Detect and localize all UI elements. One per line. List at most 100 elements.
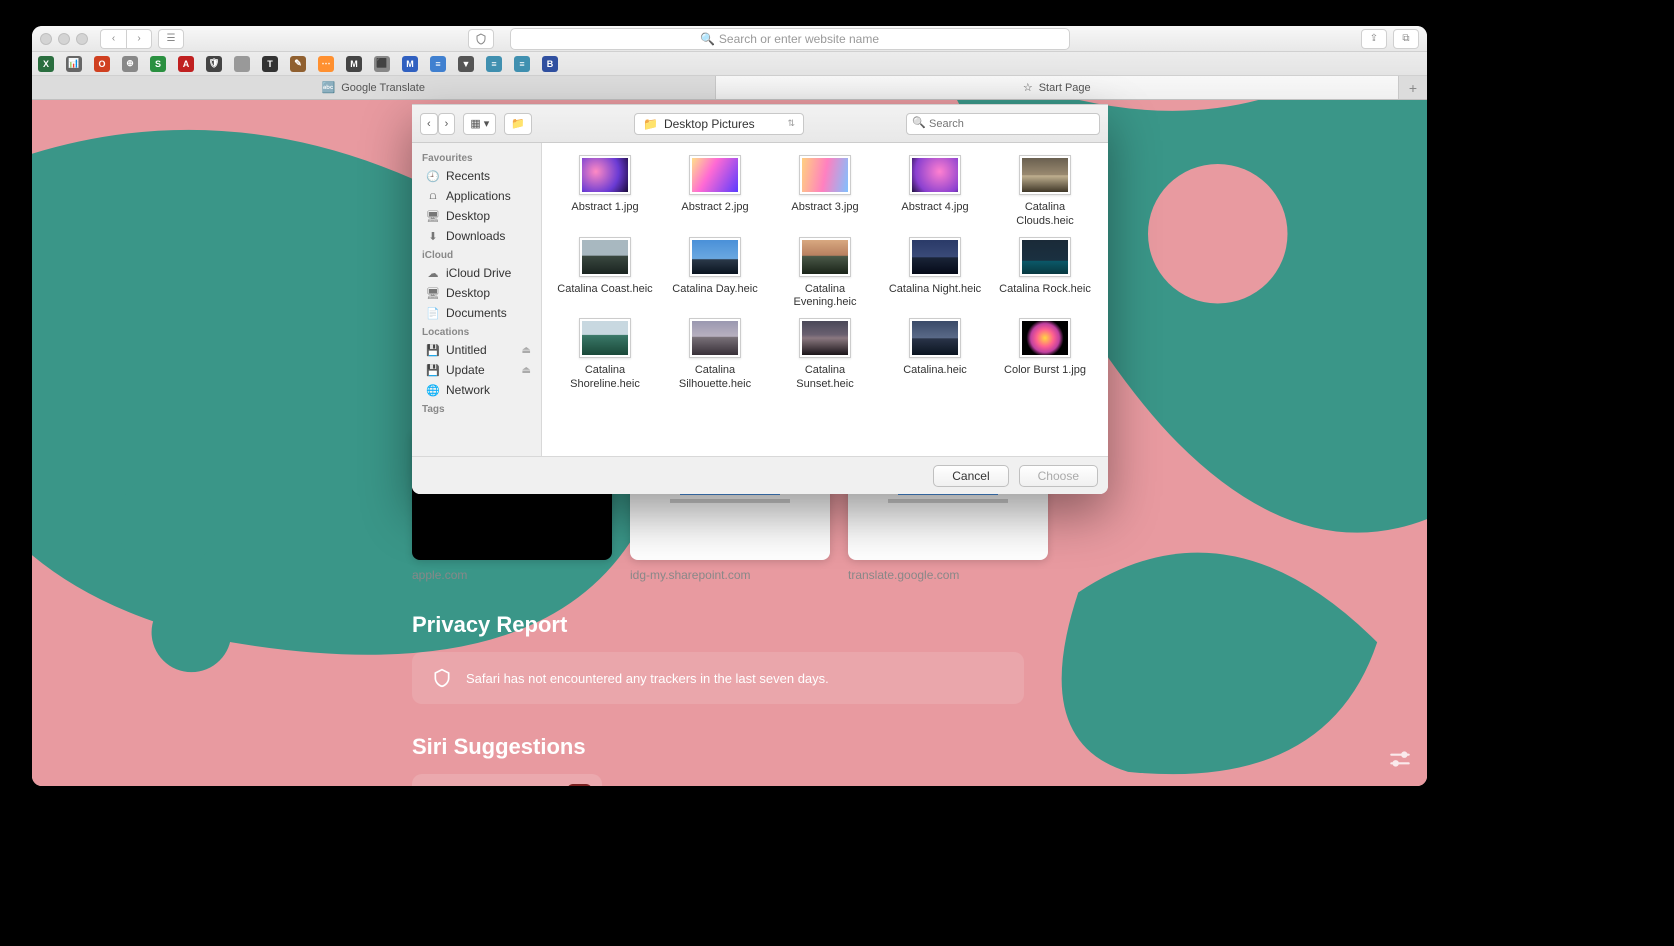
file-item[interactable]: Catalina.heic <box>882 318 988 392</box>
file-item[interactable]: Catalina Coast.heic <box>552 237 658 311</box>
sidebar-item[interactable]: 📄Documents <box>412 303 541 323</box>
favorite-icon[interactable]: ▼ <box>458 56 474 72</box>
file-item[interactable]: Abstract 4.jpg <box>882 155 988 229</box>
tab-google-translate[interactable]: 🔤 Google Translate <box>32 76 716 99</box>
minimize-icon[interactable] <box>58 33 70 45</box>
sidebar-item[interactable]: 💾 Update ⏏ <box>412 360 541 380</box>
file-item[interactable]: Catalina Shoreline.heic <box>552 318 658 392</box>
file-name: Catalina Coast.heic <box>557 283 652 297</box>
file-item[interactable]: Color Burst 1.jpg <box>992 318 1098 392</box>
sidebar-item-icon: ⬇ <box>426 230 440 243</box>
view-mode-button[interactable]: ▦ ▾ <box>463 113 496 135</box>
siri-suggestion-card[interactable]: Apple Acquired Canadian Machine Le... <box>412 774 602 786</box>
favorite-icon[interactable]: 📊 <box>66 56 82 72</box>
choose-button[interactable]: Choose <box>1019 465 1098 487</box>
share-button[interactable]: ⇪ <box>1361 29 1387 49</box>
favorite-icon[interactable]: X <box>38 56 54 72</box>
favorite-icon[interactable]: ≡ <box>486 56 502 72</box>
folder-selector[interactable]: 📁 Desktop Pictures ⇅ <box>634 113 804 135</box>
eject-icon[interactable]: ⏏ <box>522 365 531 376</box>
file-item[interactable]: Catalina Night.heic <box>882 237 988 311</box>
sidebar-header: iCloud <box>412 246 541 263</box>
sidebar-item[interactable]: 💾Untitled⏏ <box>412 340 541 360</box>
sidebar-item-icon: ☁ <box>426 267 440 280</box>
back-button[interactable]: ‹ <box>100 29 126 49</box>
favorite-icon[interactable]: T <box>262 56 278 72</box>
file-item[interactable]: Catalina Silhouette.heic <box>662 318 768 392</box>
sidebar-item[interactable]: 🕘Recents <box>412 166 541 186</box>
sidebar-item[interactable]: 🌐 Network <box>412 380 541 400</box>
favorite-icon[interactable]: M <box>402 56 418 72</box>
favorite-icon[interactable]: ≡ <box>430 56 446 72</box>
file-item[interactable]: Catalina Clouds.heic <box>992 155 1098 229</box>
sidebar-item-icon: 🖥 <box>426 287 440 300</box>
safari-window: ‹ › ☰ 🔍 Search or enter website name ⇪ ⧉… <box>32 26 1427 786</box>
file-item[interactable]: Catalina Evening.heic <box>772 237 878 311</box>
forward-button[interactable]: › <box>126 29 152 49</box>
file-thumbnail <box>799 237 851 277</box>
dialog-forward-button[interactable]: › <box>438 113 456 135</box>
startpage-settings-button[interactable] <box>1387 746 1413 772</box>
tabs-button[interactable]: ⧉ <box>1393 29 1419 49</box>
new-tab-button[interactable]: + <box>1399 76 1427 99</box>
file-item[interactable]: Catalina Sunset.heic <box>772 318 878 392</box>
sidebar-item-label: iCloud Drive <box>446 266 511 280</box>
favorite-icon[interactable]: M <box>346 56 362 72</box>
site-label: idg-my.sharepoint.com <box>630 568 830 582</box>
file-item[interactable]: Abstract 1.jpg <box>552 155 658 229</box>
dialog-footer: Cancel Choose <box>412 456 1108 494</box>
favorite-icon[interactable]: B <box>542 56 558 72</box>
sidebar-item[interactable]: ⩍Applications <box>412 186 541 206</box>
sidebar-item[interactable]: ☁ iCloud Drive <box>412 263 541 283</box>
address-placeholder: Search or enter website name <box>719 32 879 46</box>
favorite-icon[interactable]: ⊕ <box>122 56 138 72</box>
favorite-icon[interactable]: ✎ <box>290 56 306 72</box>
search-icon: 🔍 <box>700 32 715 46</box>
file-name: Catalina Evening.heic <box>775 283 875 311</box>
sidebar-item[interactable]: 🖥Desktop <box>412 206 541 226</box>
file-name: Abstract 4.jpg <box>901 201 968 215</box>
tab-label: Start Page <box>1039 82 1091 94</box>
sidebar-item-icon: 💾 <box>426 364 440 377</box>
zoom-icon[interactable] <box>76 33 88 45</box>
favorite-icon[interactable]: O <box>94 56 110 72</box>
search-input[interactable] <box>906 113 1100 135</box>
favorite-icon[interactable]: ⬛ <box>374 56 390 72</box>
file-item[interactable]: Abstract 3.jpg <box>772 155 878 229</box>
dialog-sidebar: Favourites🕘Recents⩍Applications🖥Desktop⬇… <box>412 143 542 456</box>
sidebar-item-label: Network <box>446 383 490 397</box>
favorite-icon[interactable]: 🛡 <box>206 56 222 72</box>
file-thumbnail <box>799 318 851 358</box>
privacy-shield-button[interactable] <box>468 29 494 49</box>
file-thumbnail <box>909 318 961 358</box>
file-thumbnail <box>1019 237 1071 277</box>
file-item[interactable]: Abstract 2.jpg <box>662 155 768 229</box>
sidebar-item[interactable]: 🖥Desktop <box>412 283 541 303</box>
sidebar-item-label: Recents <box>446 169 490 183</box>
file-thumbnail <box>689 155 741 195</box>
sidebar-button[interactable]: ☰ <box>158 29 184 49</box>
sidebar-item-label: Update <box>446 363 485 377</box>
favorite-icon[interactable]: S <box>150 56 166 72</box>
favorite-icon[interactable]: ⋯ <box>318 56 334 72</box>
file-item[interactable]: Catalina Day.heic <box>662 237 768 311</box>
group-button[interactable]: 📁 <box>504 113 532 135</box>
tab-start-page[interactable]: ☆ Start Page <box>716 76 1400 99</box>
privacy-report-card[interactable]: Safari has not encountered any trackers … <box>412 652 1024 704</box>
file-thumbnail <box>579 318 631 358</box>
favorite-icon[interactable] <box>234 56 250 72</box>
file-grid-area[interactable]: Abstract 1.jpg Abstract 2.jpgAbstract 3.j… <box>542 143 1108 456</box>
close-icon[interactable] <box>40 33 52 45</box>
eject-icon[interactable]: ⏏ <box>522 345 531 356</box>
file-item[interactable]: Catalina Rock.heic <box>992 237 1098 311</box>
favorites-bar: X 📊 O ⊕ SA 🛡 T ✎ ⋯ M ⬛ M ≡ ▼ ≡ ≡ B <box>32 52 1427 76</box>
sidebar-item[interactable]: ⬇Downloads <box>412 226 541 246</box>
address-bar[interactable]: 🔍 Search or enter website name <box>510 28 1070 50</box>
favorite-icon[interactable]: A <box>178 56 194 72</box>
dialog-back-button[interactable]: ‹ <box>420 113 438 135</box>
sidebar-item-icon: 🌐 <box>426 384 440 397</box>
file-name: Abstract 1.jpg <box>571 201 638 215</box>
cancel-button[interactable]: Cancel <box>933 465 1008 487</box>
favorite-icon[interactable]: ≡ <box>514 56 530 72</box>
tab-bar: 🔤 Google Translate ☆ Start Page + <box>32 76 1427 100</box>
